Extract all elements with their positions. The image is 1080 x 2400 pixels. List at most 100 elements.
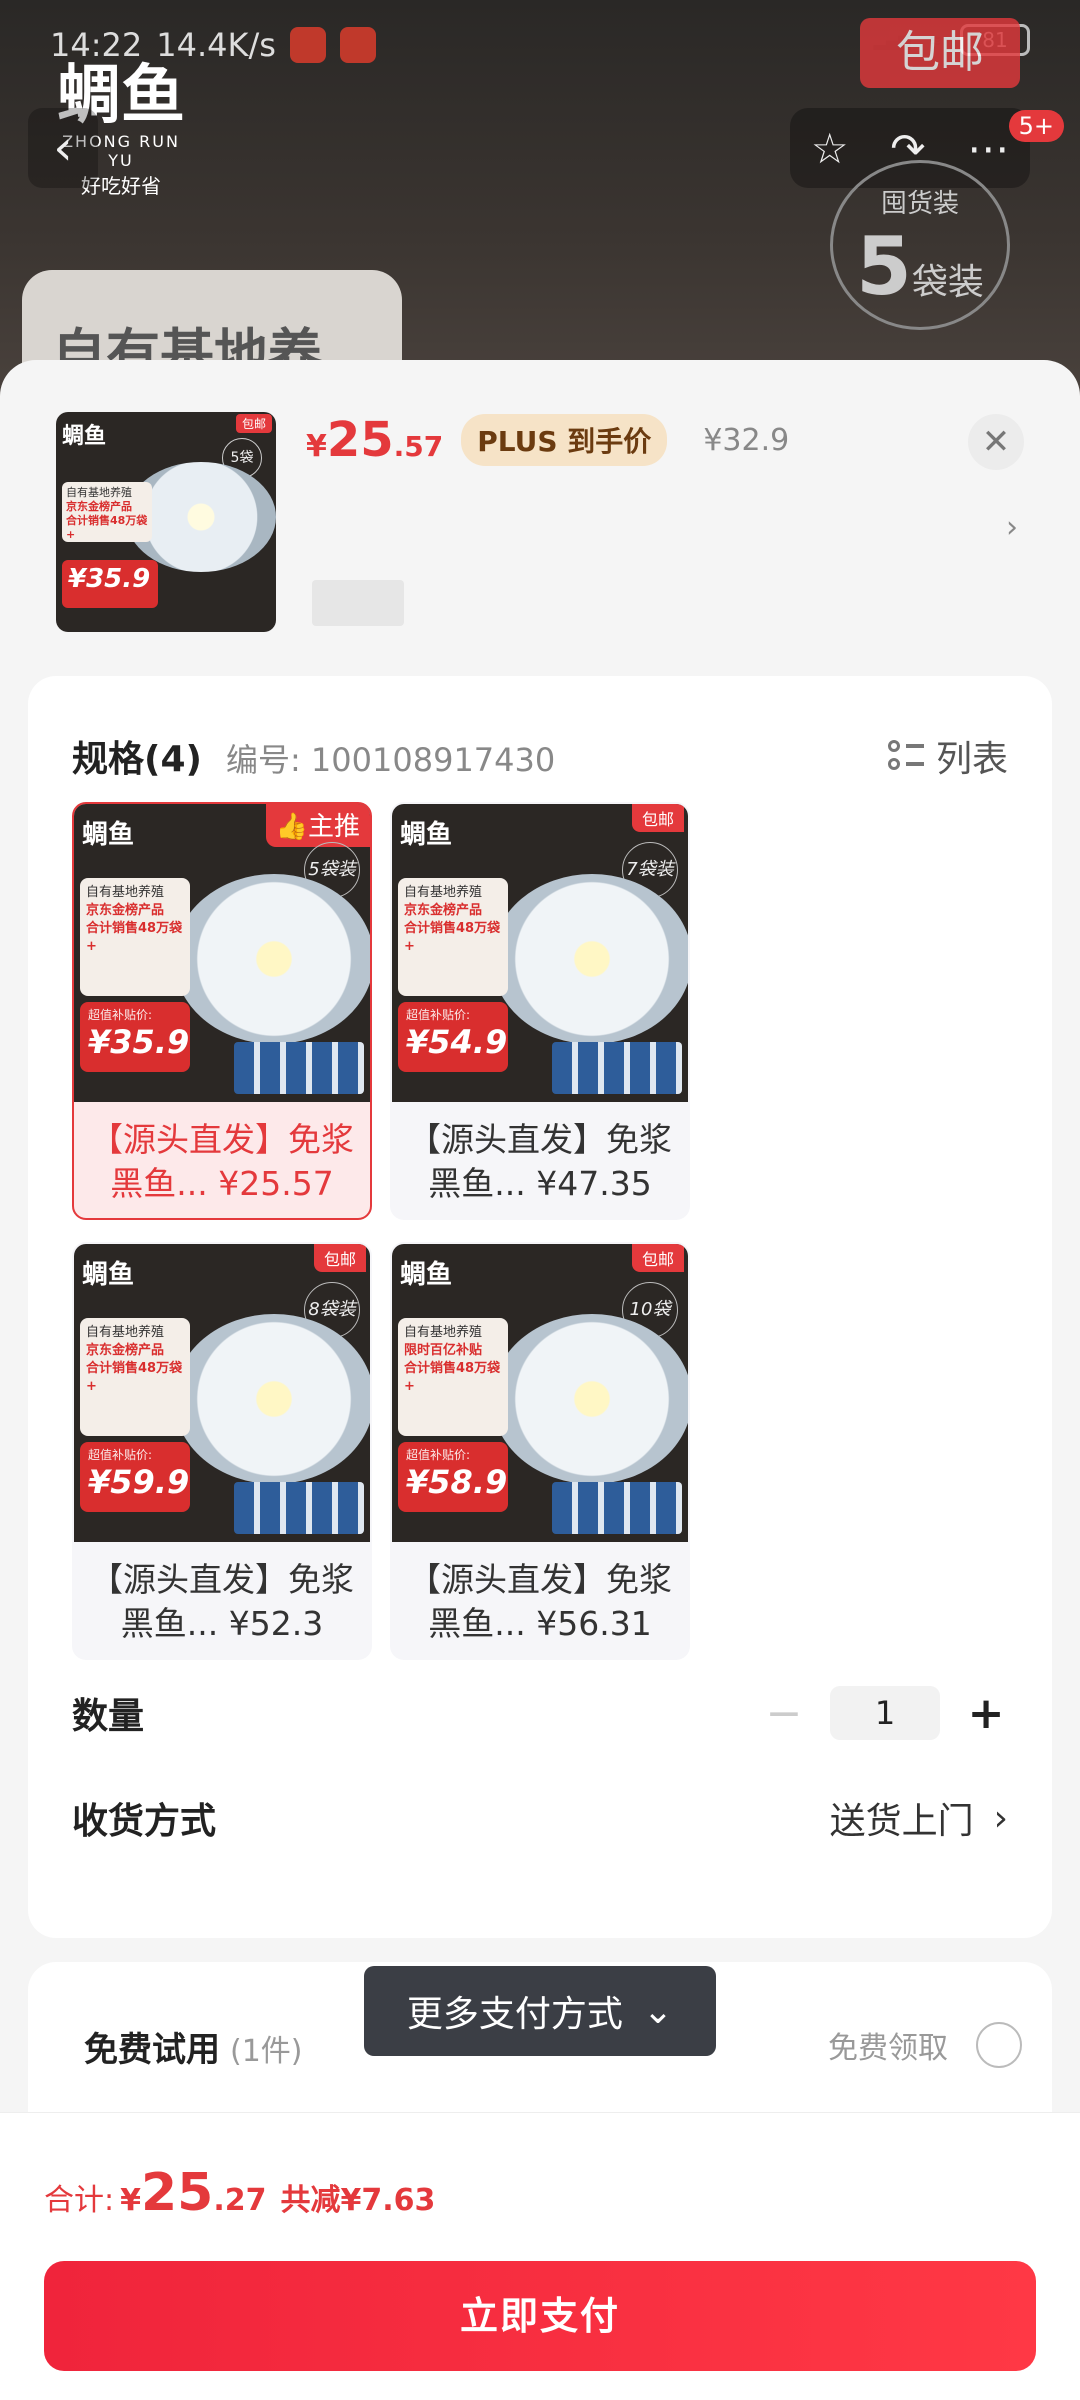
star-icon[interactable]: ☆ (811, 124, 849, 173)
spec-option-image: 蜩鱼 包邮 8袋装 自有基地养殖 京东金榜产品 合计销售48万袋+ 超值补贴价:… (74, 1244, 370, 1542)
spec-logo: 蜩鱼 (400, 820, 453, 850)
spec-option-caption: 【源头直发】免浆黑鱼... ¥25.57 (90, 1120, 354, 1203)
pay-now-button[interactable]: 立即支付 (44, 2261, 1036, 2371)
packs-image (234, 1042, 364, 1094)
baoyou-tag: 包邮 (313, 1244, 366, 1272)
fish-plate-image (174, 1314, 370, 1484)
free-get-radio[interactable] (976, 2022, 1022, 2068)
total-price: 合计: ¥ 25 .27 共减¥7.63 (44, 2163, 435, 2223)
address-placeholder (312, 580, 404, 626)
thumb-baoyou-badge: 包邮 (235, 414, 272, 433)
spec-logo: 蜩鱼 (82, 1260, 135, 1290)
spec-code: 编号: 100108917430 (225, 741, 556, 779)
spec-logo: 蜩鱼 (82, 820, 135, 850)
spec-logo: 蜩鱼 (400, 1260, 453, 1290)
shipping-method: 送货上门 (829, 1801, 974, 1842)
price-yen: ¥ (306, 429, 327, 464)
app-notification-icon-2 (339, 27, 376, 63)
baoyou-tag: 包邮 (631, 1244, 684, 1272)
baoyou-tag: 包邮 (631, 804, 684, 832)
back-button[interactable]: ‹ (28, 108, 98, 188)
spec-card: 规格(4) 编号: 100108917430 列表 蜩鱼 👍主推 5袋装 自有基… (28, 676, 1052, 1938)
spec-option[interactable]: 蜩鱼 包邮 7袋装 自有基地养殖 京东金榜产品 合计销售48万袋+ 超值补贴价:… (390, 802, 690, 1220)
total-yen: ¥ (120, 2183, 141, 2218)
spec-label-box: 自有基地养殖 京东金榜产品 合计销售48万袋+ (80, 1318, 190, 1436)
spec-option-image: 蜩鱼 包邮 10袋装 自有基地养殖 限时百亿补贴 合计销售48万袋+ 超值补贴价… (392, 1244, 688, 1542)
recommend-tag: 👍主推 (265, 804, 370, 847)
spec-option-image: 蜩鱼 👍主推 5袋装 自有基地养殖 京东金榜产品 合计销售48万袋+ 超值补贴价… (74, 804, 370, 1102)
plus-price-tag: PLUS 到手价 (461, 414, 668, 466)
app-notification-icon (289, 27, 326, 63)
back-arrow-icon: ‹ (53, 120, 73, 176)
thumb-label: 自有基地养殖 京东金榜产品 合计销售48万袋+ (62, 482, 152, 542)
pack-circle: 囤货装 5袋装 (830, 160, 1010, 330)
current-price: ¥25.57 (306, 412, 443, 468)
pack-unit: 袋装 (911, 262, 984, 303)
background-baoyou-badge: 包邮 (860, 18, 1020, 88)
free-get-option[interactable]: 免费领取 (828, 2022, 1022, 2068)
more-payment-label: 更多支付方式 (406, 1994, 623, 2035)
shipping-label: 收货方式 (72, 1801, 217, 1842)
checkout-bar: 合计: ¥ 25 .27 共减¥7.63 立即支付 (0, 2112, 1080, 2400)
list-icon (887, 738, 924, 774)
spec-price-box: 超值补贴价: ¥35.9 (80, 1002, 190, 1072)
close-icon: ✕ (981, 422, 1011, 462)
packs-image (552, 1482, 682, 1534)
sku-bottom-sheet: 蜩鱼 包邮 5袋 自有基地养殖 京东金榜产品 合计销售48万袋+ ¥35.9 ¥… (0, 360, 1080, 2400)
shipping-value: 送货上门 › (830, 1792, 1008, 1844)
packs-image (234, 1482, 364, 1534)
spec-option-caption: 【源头直发】免浆黑鱼... ¥52.3 (90, 1560, 354, 1643)
plus-button[interactable]: + (964, 1688, 1008, 1739)
thumb-label-line2: 京东金榜产品 (66, 500, 132, 513)
pack-count: 5 (856, 220, 912, 313)
more-icon[interactable]: ⋯ (967, 124, 1009, 173)
quantity-row: 数量 − 1 + (72, 1686, 1008, 1740)
free-trial-label: 免费试用 (1件) (84, 2030, 303, 2070)
free-trial-count: (1件) (230, 2034, 303, 2069)
spec-price-box: 超值补贴价: ¥59.9 (80, 1442, 190, 1512)
spec-label-box: 自有基地养殖 京东金榜产品 合计销售48万袋+ (398, 878, 508, 996)
original-price: ¥32.9 (703, 422, 790, 458)
price-int: 25 (326, 412, 394, 468)
packs-image (552, 1042, 682, 1094)
quantity-input[interactable]: 1 (830, 1686, 940, 1740)
price-row: ¥25.57 PLUS 到手价 ¥32.9 (306, 412, 789, 468)
spec-option-image: 蜩鱼 包邮 7袋装 自有基地养殖 京东金榜产品 合计销售48万袋+ 超值补贴价:… (392, 804, 688, 1102)
more-payment-methods-button[interactable]: 更多支付方式 ⌄ (364, 1966, 716, 2056)
chevron-right-icon[interactable]: › (1006, 510, 1018, 545)
spec-title: 规格(4) (72, 739, 202, 780)
background-product-page: 14:22 14.4K/s ▂▄▆ ≋ 81 包邮 蜩鱼 ZHONG RUN Y… (0, 0, 1080, 465)
free-get-label: 免费领取 (828, 2031, 948, 2066)
spec-grid: 蜩鱼 👍主推 5袋装 自有基地养殖 京东金榜产品 合计销售48万袋+ 超值补贴价… (72, 802, 712, 1660)
thumb-price: ¥35.9 (62, 560, 158, 608)
fish-plate-image (174, 874, 370, 1044)
spec-option[interactable]: 蜩鱼 👍主推 5袋装 自有基地养殖 京东金榜产品 合计销售48万袋+ 超值补贴价… (72, 802, 372, 1220)
thumb-logo: 蜩鱼 (62, 423, 107, 449)
spec-label-box: 自有基地养殖 限时百亿补贴 合计销售48万袋+ (398, 1318, 508, 1436)
list-view-toggle[interactable]: 列表 (887, 730, 1008, 782)
shipping-row[interactable]: 收货方式 送货上门 › (72, 1792, 1008, 1844)
chevron-right-icon: › (993, 1797, 1008, 1839)
total-label: 合计: (44, 2183, 115, 2218)
total-dec: .27 (213, 2183, 267, 2218)
spec-option[interactable]: 蜩鱼 包邮 10袋装 自有基地养殖 限时百亿补贴 合计销售48万袋+ 超值补贴价… (390, 1242, 690, 1660)
spec-label-box: 自有基地养殖 京东金榜产品 合计销售48万袋+ (80, 878, 190, 996)
spec-price-box: 超值补贴价: ¥58.9 (398, 1442, 508, 1512)
spec-option-caption: 【源头直发】免浆黑鱼... ¥47.35 (408, 1120, 672, 1203)
minus-button[interactable]: − (762, 1688, 806, 1739)
thumb-label-line3: 合计销售48万袋+ (66, 514, 148, 541)
total-discount: 共减¥7.63 (280, 2183, 436, 2218)
spec-option[interactable]: 蜩鱼 包邮 8袋装 自有基地养殖 京东金榜产品 合计销售48万袋+ 超值补贴价:… (72, 1242, 372, 1660)
fish-plate-image (492, 1314, 688, 1484)
total-int: 25 (140, 2163, 214, 2223)
quantity-label: 数量 (72, 1696, 145, 1737)
double-chevron-down-icon: ⌄ (642, 1990, 674, 2032)
product-thumbnail[interactable]: 蜩鱼 包邮 5袋 自有基地养殖 京东金榜产品 合计销售48万袋+ ¥35.9 (56, 412, 276, 632)
thumbs-up-icon: 👍 (275, 812, 308, 842)
spec-option-caption: 【源头直发】免浆黑鱼... ¥56.31 (408, 1560, 672, 1643)
notification-badge: 5+ (1008, 110, 1064, 142)
price-dec: .57 (393, 430, 444, 463)
pack-prefix: 囤货装 (880, 189, 959, 219)
close-button[interactable]: ✕ (968, 414, 1024, 470)
quantity-stepper: − 1 + (762, 1686, 1008, 1740)
